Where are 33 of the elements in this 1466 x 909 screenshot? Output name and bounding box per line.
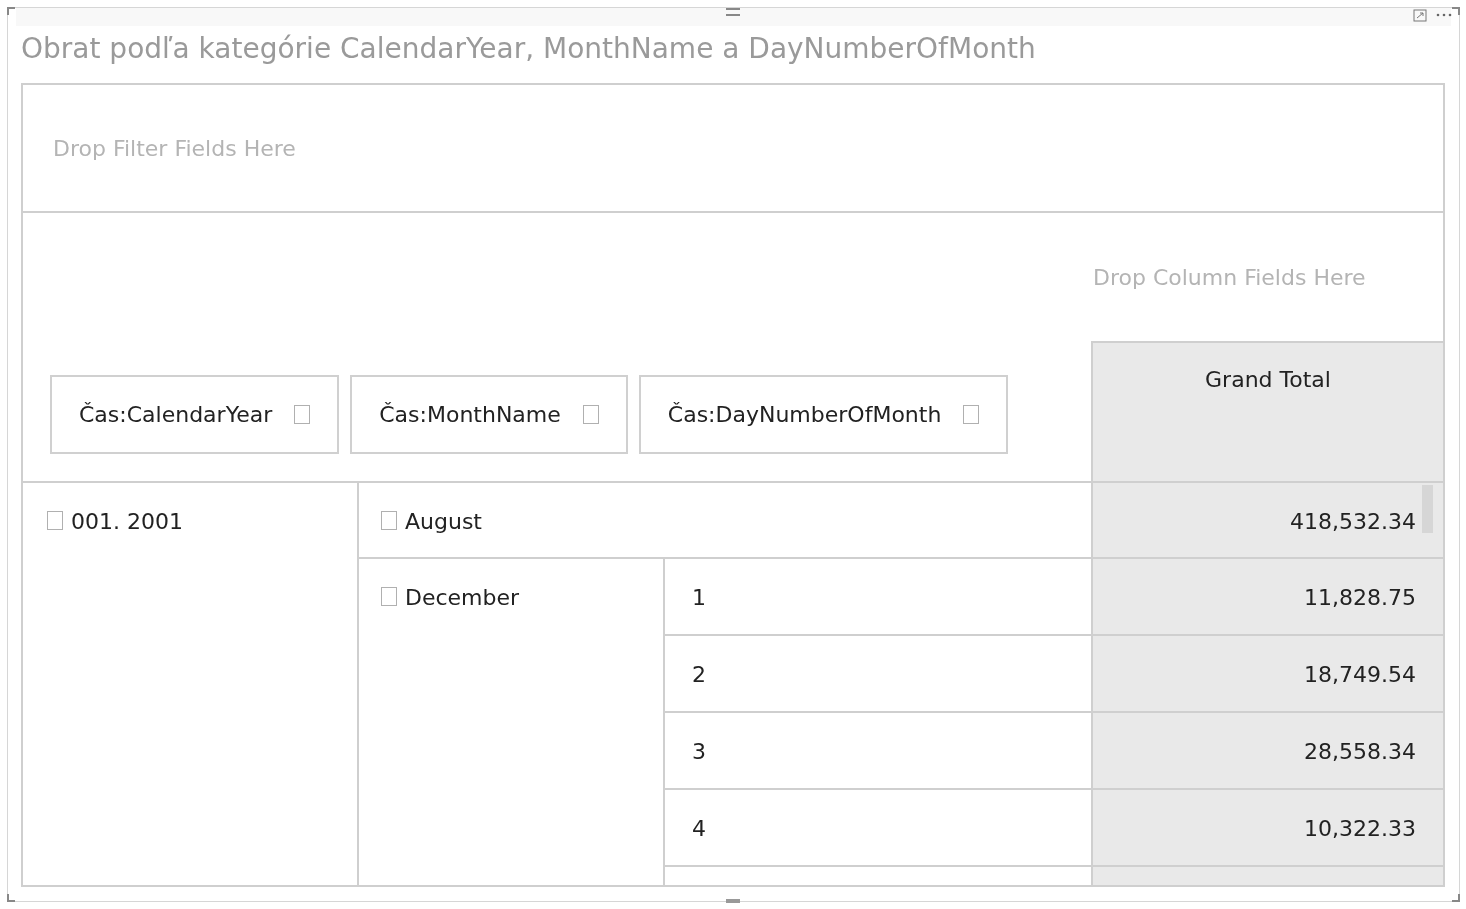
year-label: 001. 2001 (71, 511, 183, 533)
row-field-chip[interactable]: Čas:CalendarYear (50, 375, 340, 454)
expand-box-icon[interactable] (963, 405, 980, 424)
total-cell: 11,828.75 (1304, 585, 1416, 610)
day-label: 2 (692, 662, 706, 687)
expand-box-icon[interactable] (381, 511, 397, 530)
total-cell: 10,322.33 (1304, 816, 1416, 841)
row-field-chip[interactable]: Čas:DayNumberOfMonth (638, 375, 1009, 454)
total-cell: 28,558.34 (1304, 739, 1416, 764)
expand-box-icon[interactable] (294, 405, 311, 424)
focus-mode-icon[interactable] (1413, 9, 1427, 22)
column-drop-zone: Drop Column Fields Here (1093, 263, 1366, 292)
row-field-chip[interactable]: Čas:MonthName (350, 375, 628, 454)
resize-handle-icon[interactable] (7, 7, 15, 15)
resize-handle-icon[interactable] (7, 894, 15, 902)
expand-box-icon[interactable] (47, 511, 63, 530)
drag-grip-icon[interactable] (726, 8, 740, 16)
drag-grip-icon[interactable] (726, 899, 740, 903)
grand-total-header: Grand Total (1205, 367, 1331, 394)
expand-box-icon[interactable] (381, 587, 397, 606)
month-label: December (405, 587, 520, 609)
total-cell: 418,532.34 (1091, 483, 1443, 559)
day-label: 4 (692, 816, 706, 841)
resize-handle-icon[interactable] (1452, 894, 1460, 902)
resize-handle-icon[interactable] (1452, 7, 1460, 15)
visual-title: Obrat podľa kategórie CalendarYear, MonthName a DayNumberOfMonth (21, 32, 1037, 67)
more-options-icon[interactable] (1436, 13, 1452, 17)
total-cell: 18,749.54 (1304, 662, 1416, 687)
day-label: 3 (692, 739, 706, 764)
expand-box-icon[interactable] (582, 405, 599, 424)
month-label: August (405, 511, 482, 533)
filter-drop-zone: Drop Filter Fields Here (53, 134, 296, 163)
day-label: 1 (692, 585, 706, 610)
